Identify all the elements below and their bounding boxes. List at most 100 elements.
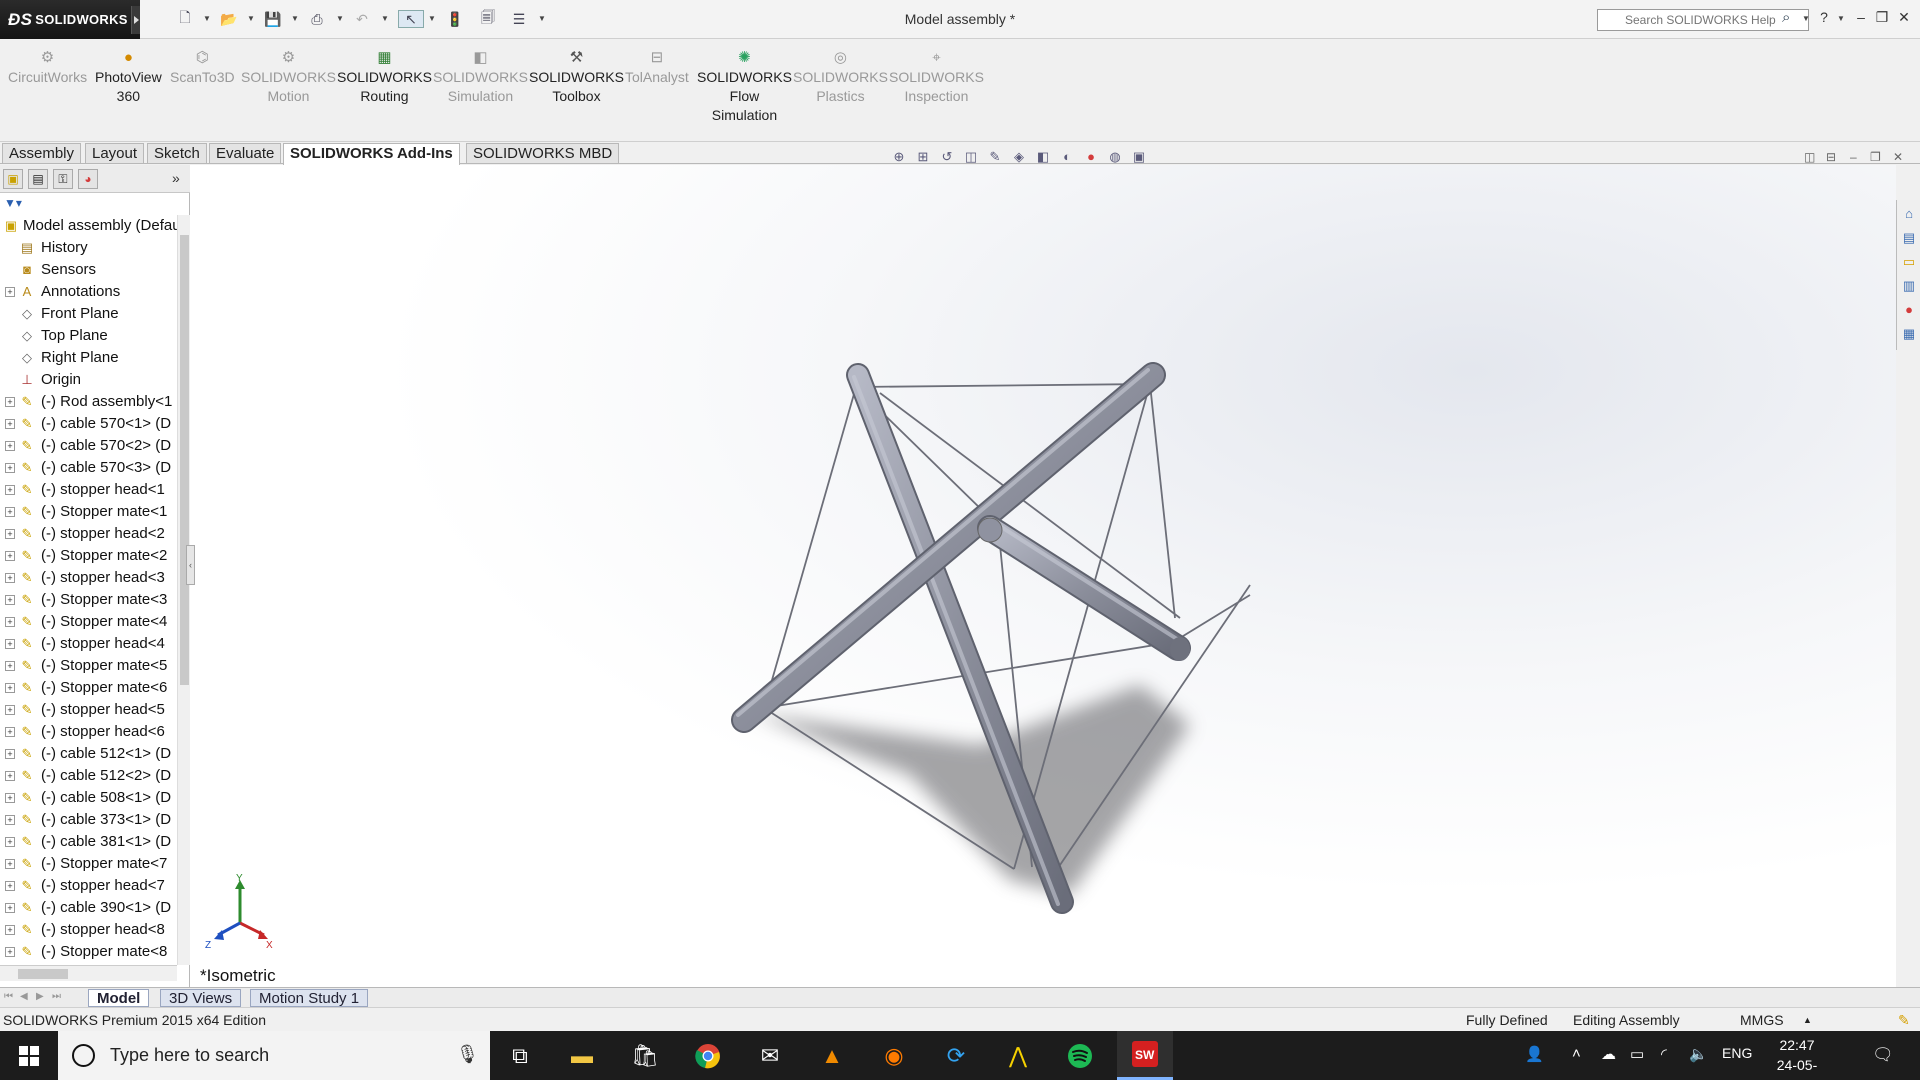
tab-motion-study-1[interactable]: Motion Study 1 [250,989,369,1007]
tree-item[interactable]: + ✎ (-) cable 381<1> (D [0,831,177,853]
design-library-icon[interactable]: ▤ [1900,229,1918,247]
appearances-icon[interactable]: ● [1900,301,1918,319]
expand-plus-icon[interactable]: + [5,639,15,649]
chevron-down-icon[interactable]: ▼ [1802,14,1810,23]
expand-plus-icon[interactable]: + [5,595,15,605]
file-explorer-icon[interactable]: ▭ [1900,253,1918,271]
tab-solidworks-add-ins[interactable]: SOLIDWORKS Add-Ins [283,143,460,165]
expand-plus-icon[interactable]: + [5,419,15,429]
tab-solidworks-mbd[interactable]: SOLIDWORKS MBD [466,143,620,163]
tab-model[interactable]: Model [88,989,150,1007]
tree-root-assembly[interactable]: ▣ Model assembly (Default<Display [0,215,177,237]
custom-properties-icon[interactable]: ▦ [1900,325,1918,343]
expand-plus-icon[interactable]: + [5,705,15,715]
tree-item[interactable]: + ✎ (-) cable 373<1> (D [0,809,177,831]
property-manager-tab-icon[interactable]: ▤ [28,169,48,189]
solidworks-taskbar-icon[interactable]: SW [1117,1031,1173,1080]
sync-app-icon[interactable]: ⟳ [931,1031,981,1080]
hide-show-icon[interactable]: ◐ [1058,148,1076,166]
tree-item[interactable]: ◙ Sensors [0,259,177,281]
taskbar-search-box[interactable]: Type here to search 🎙 [58,1031,490,1080]
tree-item[interactable]: + ✎ (-) cable 512<2> (D [0,765,177,787]
save-icon[interactable]: 💾 [264,10,282,28]
close-icon[interactable]: ✕ [1895,9,1913,26]
tree-item[interactable]: ◇ Right Plane [0,347,177,369]
tab-3d-views[interactable]: 3D Views [160,989,242,1007]
vlc-icon[interactable]: ▲ [807,1031,857,1080]
tree-item[interactable]: + ✎ (-) stopper head<4 [0,633,177,655]
onedrive-icon[interactable]: ☁ [1601,1045,1616,1063]
viewport-tile-icon[interactable]: ◫ [1804,150,1815,164]
action-center-icon[interactable]: 🗨 [1872,1045,1894,1065]
cmd-tolanalyst[interactable]: ⊟ TolAnalyst [625,49,689,87]
cmd-solidworks-routing[interactable]: ▦ SOLIDWORKS Routing [337,49,432,106]
expand-plus-icon[interactable]: + [5,661,15,671]
file-explorer-app-icon[interactable]: ▬ [557,1031,607,1080]
solidworks-resources-icon[interactable]: ⌂ [1900,205,1918,223]
tree-item[interactable]: + ✎ (-) Stopper mate<2 [0,545,177,567]
task-view-icon[interactable]: ⧉ [495,1031,545,1080]
minimize-icon[interactable]: – [1852,9,1870,25]
options-icon[interactable]: ☰ [510,10,528,28]
rod-b[interactable] [731,362,1166,733]
more-tabs-icon[interactable]: » [172,170,180,186]
system-clock[interactable]: 22:47 24-05-2019 [1762,1035,1832,1080]
filter-icon[interactable]: ▼▾ [4,196,22,210]
chrome-icon[interactable] [683,1031,733,1080]
unit-system[interactable]: MMGS [1740,1008,1784,1032]
rod-c[interactable] [977,515,1191,661]
tree-item[interactable]: + ✎ (-) stopper head<5 [0,699,177,721]
feature-tree-tab-icon[interactable]: ▣ [3,169,23,189]
expand-plus-icon[interactable]: + [5,947,15,957]
view-palette-icon[interactable]: ▥ [1900,277,1918,295]
tree-item[interactable]: + ✎ (-) Stopper mate<3 [0,589,177,611]
tree-item[interactable]: + ✎ (-) stopper head<7 [0,875,177,897]
expand-plus-icon[interactable]: + [5,397,15,407]
tree-item[interactable]: + ✎ (-) stopper head<6 [0,721,177,743]
tree-item[interactable]: + ✎ (-) Rod assembly<1 [0,391,177,413]
panel-collapse-handle[interactable]: ‹ [186,545,195,585]
tree-item[interactable]: + A Annotations [0,281,177,303]
cmd-photoview-360[interactable]: ● PhotoView 360 [95,49,162,106]
expand-plus-icon[interactable]: + [5,573,15,583]
model-viewport[interactable]: Y X Z [190,165,1896,987]
input-language[interactable]: ENG [1722,1045,1752,1061]
tree-item[interactable]: + ✎ (-) Stopper mate<5 [0,655,177,677]
menu-expand-arrow-icon[interactable] [131,6,140,34]
tab-assembly[interactable]: Assembly [2,143,82,163]
expand-plus-icon[interactable]: + [5,683,15,693]
tree-item[interactable]: + ✎ (-) cable 508<1> (D [0,787,177,809]
zoom-to-area-icon[interactable]: ⊞ [914,148,932,166]
tree-item[interactable]: + ✎ (-) cable 570<1> (D [0,413,177,435]
expand-plus-icon[interactable]: + [5,815,15,825]
tree-item[interactable]: + ✎ (-) stopper head<3 [0,567,177,589]
tree-item[interactable]: + ✎ (-) stopper head<1 [0,479,177,501]
view-settings-icon[interactable]: ▣ [1130,148,1148,166]
previous-view-icon[interactable]: ↺ [938,148,956,166]
cmd-solidworks-plastics[interactable]: ◎ SOLIDWORKS Plastics [793,49,888,106]
microphone-icon[interactable]: 🎙 [456,1044,479,1065]
microsoft-store-icon[interactable]: 🛍 [620,1031,670,1080]
scroll-thumb[interactable] [18,969,68,979]
print-icon[interactable]: ⎙ [308,10,326,28]
restore-icon[interactable]: ❐ [1873,9,1891,26]
tree-item[interactable]: + ✎ (-) Stopper mate<7 [0,853,177,875]
chevron-down-icon[interactable]: ▼ [538,14,546,23]
tree-item[interactable]: ◇ Top Plane [0,325,177,347]
tree-item[interactable]: ⊥ Origin [0,369,177,391]
tree-item[interactable]: + ✎ (-) Stopper mate<4 [0,611,177,633]
unit-chevron-up-icon[interactable]: ▲ [1803,1008,1812,1032]
windows-start-button[interactable] [0,1031,58,1080]
cmd-scanto3d[interactable]: ⌬ ScanTo3D [170,49,235,87]
last-tab-icon[interactable]: ⏭ [52,991,61,1002]
expand-plus-icon[interactable]: + [5,903,15,913]
file-properties-icon[interactable]: 🗐 [479,9,497,28]
search-icon[interactable]: ⌕ [1782,9,1790,26]
undo-icon[interactable]: ↶ [353,10,371,28]
tree-item[interactable]: + ✎ (-) stopper head<8 [0,919,177,941]
chevron-down-icon[interactable]: ▼ [291,14,299,23]
tree-horizontal-scrollbar[interactable] [0,965,177,981]
cmd-flow-simulation[interactable]: ✺ SOLIDWORKS Flow Simulation [697,49,792,125]
show-hidden-icons-chevron[interactable]: ˄ [1572,1045,1581,1062]
viewport-minimize-icon[interactable]: – [1850,150,1857,164]
